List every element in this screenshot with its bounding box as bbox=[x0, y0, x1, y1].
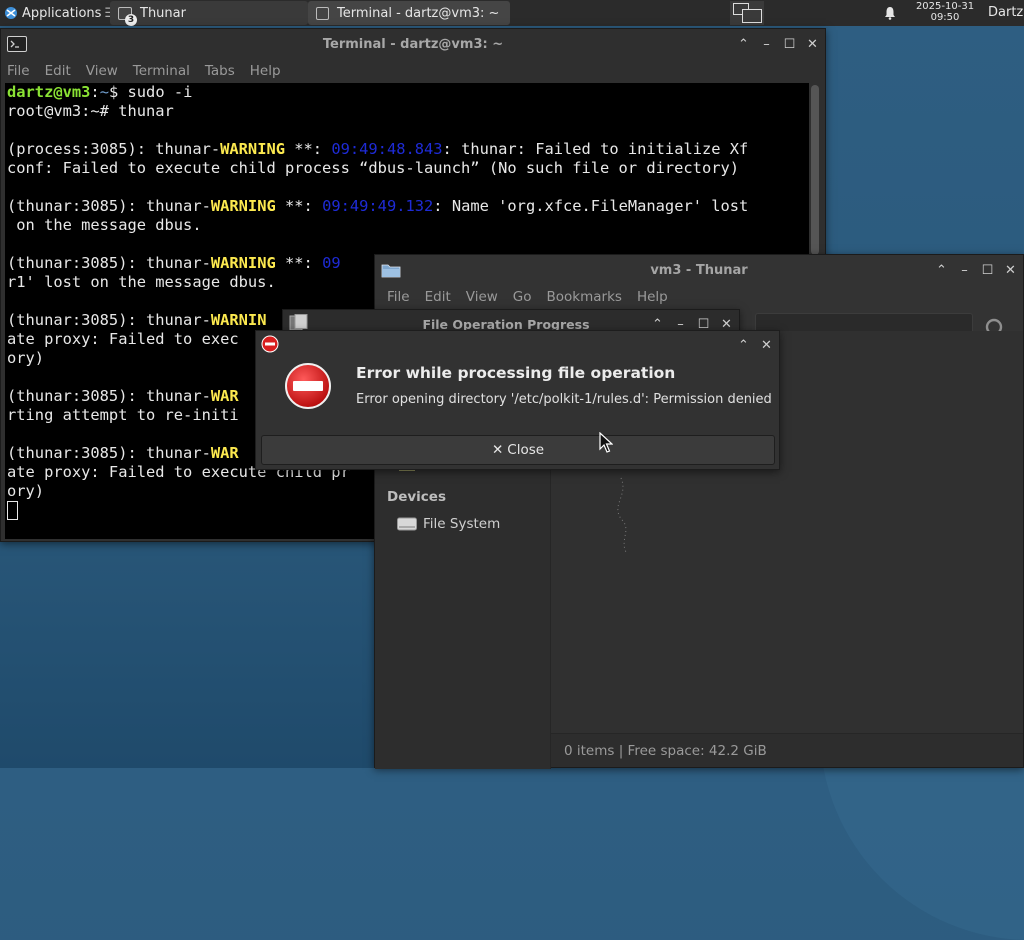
terminal-line: (process:3085): thunar-WARNING **: 09:49… bbox=[7, 140, 749, 158]
thunar-titlebar[interactable]: vm3 - Thunar ⌃ – ☐ ✕ bbox=[375, 255, 1023, 285]
close-button[interactable]: ✕ Close bbox=[261, 435, 775, 465]
close-icon[interactable]: ✕ bbox=[760, 338, 773, 353]
taskbar-item-thunar[interactable]: 3 Thunar bbox=[110, 1, 308, 26]
close-icon[interactable]: ✕ bbox=[806, 37, 819, 52]
xfce-logo-icon bbox=[5, 7, 17, 19]
drive-icon bbox=[397, 517, 417, 531]
taskbar-label: Thunar bbox=[140, 5, 186, 21]
terminal-line: (thunar:3085): thunar-WARNING **: 09:49:… bbox=[7, 197, 749, 215]
notification-bell-icon[interactable] bbox=[883, 6, 897, 20]
terminal-line: dartz@vm3:~$ sudo -i bbox=[7, 83, 193, 101]
shade-icon[interactable]: ⌃ bbox=[737, 37, 750, 52]
menu-go[interactable]: Go bbox=[513, 289, 532, 305]
clock-date: 2025-10-31 bbox=[915, 1, 975, 12]
file-manager-icon: 3 bbox=[118, 6, 137, 26]
top-panel: Applications ☰ 3 Thunar Terminal - dartz… bbox=[0, 0, 1024, 26]
busy-spinner-icon bbox=[617, 477, 628, 555]
menu-edit[interactable]: Edit bbox=[45, 63, 71, 79]
status-bar: 0 items | Free space: 42.2 GiB bbox=[551, 733, 1023, 767]
menu-help[interactable]: Help bbox=[250, 63, 281, 79]
shade-icon[interactable]: ⌃ bbox=[737, 338, 750, 353]
thunar-menubar: File Edit View Go Bookmarks Help bbox=[375, 285, 1023, 309]
window-count-badge: 3 bbox=[125, 13, 137, 26]
window-controls: ⌃ – ☐ ✕ bbox=[935, 255, 1017, 285]
terminal-menubar: File Edit View Terminal Tabs Help bbox=[1, 59, 825, 83]
menu-file[interactable]: File bbox=[7, 63, 30, 79]
workspace-switcher-icon[interactable] bbox=[730, 1, 764, 25]
window-title: Terminal - dartz@vm3: ~ bbox=[322, 36, 504, 52]
window-controls: ⌃ – ☐ ✕ bbox=[737, 29, 819, 59]
terminal-scrollbar[interactable] bbox=[811, 85, 819, 255]
terminal-line: on the message dbus. bbox=[7, 216, 202, 234]
window-controls: ⌃ ✕ bbox=[737, 331, 773, 359]
mouse-pointer-icon bbox=[599, 432, 613, 453]
error-message: Error opening directory '/etc/polkit-1/r… bbox=[356, 392, 772, 407]
minimize-icon[interactable]: – bbox=[958, 263, 971, 278]
taskbar-label: Terminal - dartz@vm3: ~ bbox=[337, 5, 500, 21]
menu-view[interactable]: View bbox=[86, 63, 118, 79]
menu-tabs[interactable]: Tabs bbox=[205, 63, 235, 79]
applications-menu-button[interactable]: Applications ☰ bbox=[0, 0, 120, 26]
user-menu[interactable]: Dartz bbox=[988, 5, 1023, 20]
minimize-icon[interactable]: – bbox=[760, 37, 773, 52]
devices-header: Devices bbox=[387, 489, 446, 505]
close-button-label: Close bbox=[507, 442, 545, 458]
taskbar-item-terminal[interactable]: Terminal - dartz@vm3: ~ bbox=[308, 1, 510, 25]
terminal-cursor bbox=[7, 501, 18, 520]
terminal-app-icon bbox=[7, 36, 27, 52]
menu-terminal[interactable]: Terminal bbox=[133, 63, 190, 79]
terminal-icon bbox=[316, 6, 329, 20]
error-dialog: ⌃ ✕ Error while processing file operatio… bbox=[255, 330, 780, 470]
clock[interactable]: 2025-10-31 09:50 bbox=[908, 1, 982, 23]
menu-help[interactable]: Help bbox=[637, 289, 668, 305]
sidebar-item-label: File System bbox=[423, 516, 501, 532]
error-icon bbox=[285, 363, 331, 409]
menu-edit[interactable]: Edit bbox=[425, 289, 451, 305]
window-title: vm3 - Thunar bbox=[650, 262, 748, 278]
menu-view[interactable]: View bbox=[466, 289, 498, 305]
clock-time: 09:50 bbox=[930, 12, 960, 23]
close-icon: ✕ bbox=[491, 442, 504, 458]
close-icon[interactable]: ✕ bbox=[1004, 263, 1017, 278]
dialog-error-small-icon bbox=[261, 335, 279, 353]
terminal-line: root@vm3:~# thunar bbox=[7, 102, 174, 120]
maximize-icon[interactable]: ☐ bbox=[981, 263, 994, 278]
terminal-titlebar[interactable]: Terminal - dartz@vm3: ~ ⌃ – ☐ ✕ bbox=[1, 29, 825, 59]
applications-label: Applications bbox=[22, 5, 102, 21]
maximize-icon[interactable]: ☐ bbox=[783, 37, 796, 52]
shade-icon[interactable]: ⌃ bbox=[935, 263, 948, 278]
error-title: Error while processing file operation bbox=[356, 364, 676, 382]
menu-file[interactable]: File bbox=[387, 289, 410, 305]
menu-bookmarks[interactable]: Bookmarks bbox=[547, 289, 622, 305]
folder-app-icon bbox=[381, 264, 401, 278]
terminal-line: conf: Failed to execute child process “d… bbox=[7, 159, 740, 177]
sidebar-item-file-system[interactable]: File System bbox=[397, 513, 500, 535]
